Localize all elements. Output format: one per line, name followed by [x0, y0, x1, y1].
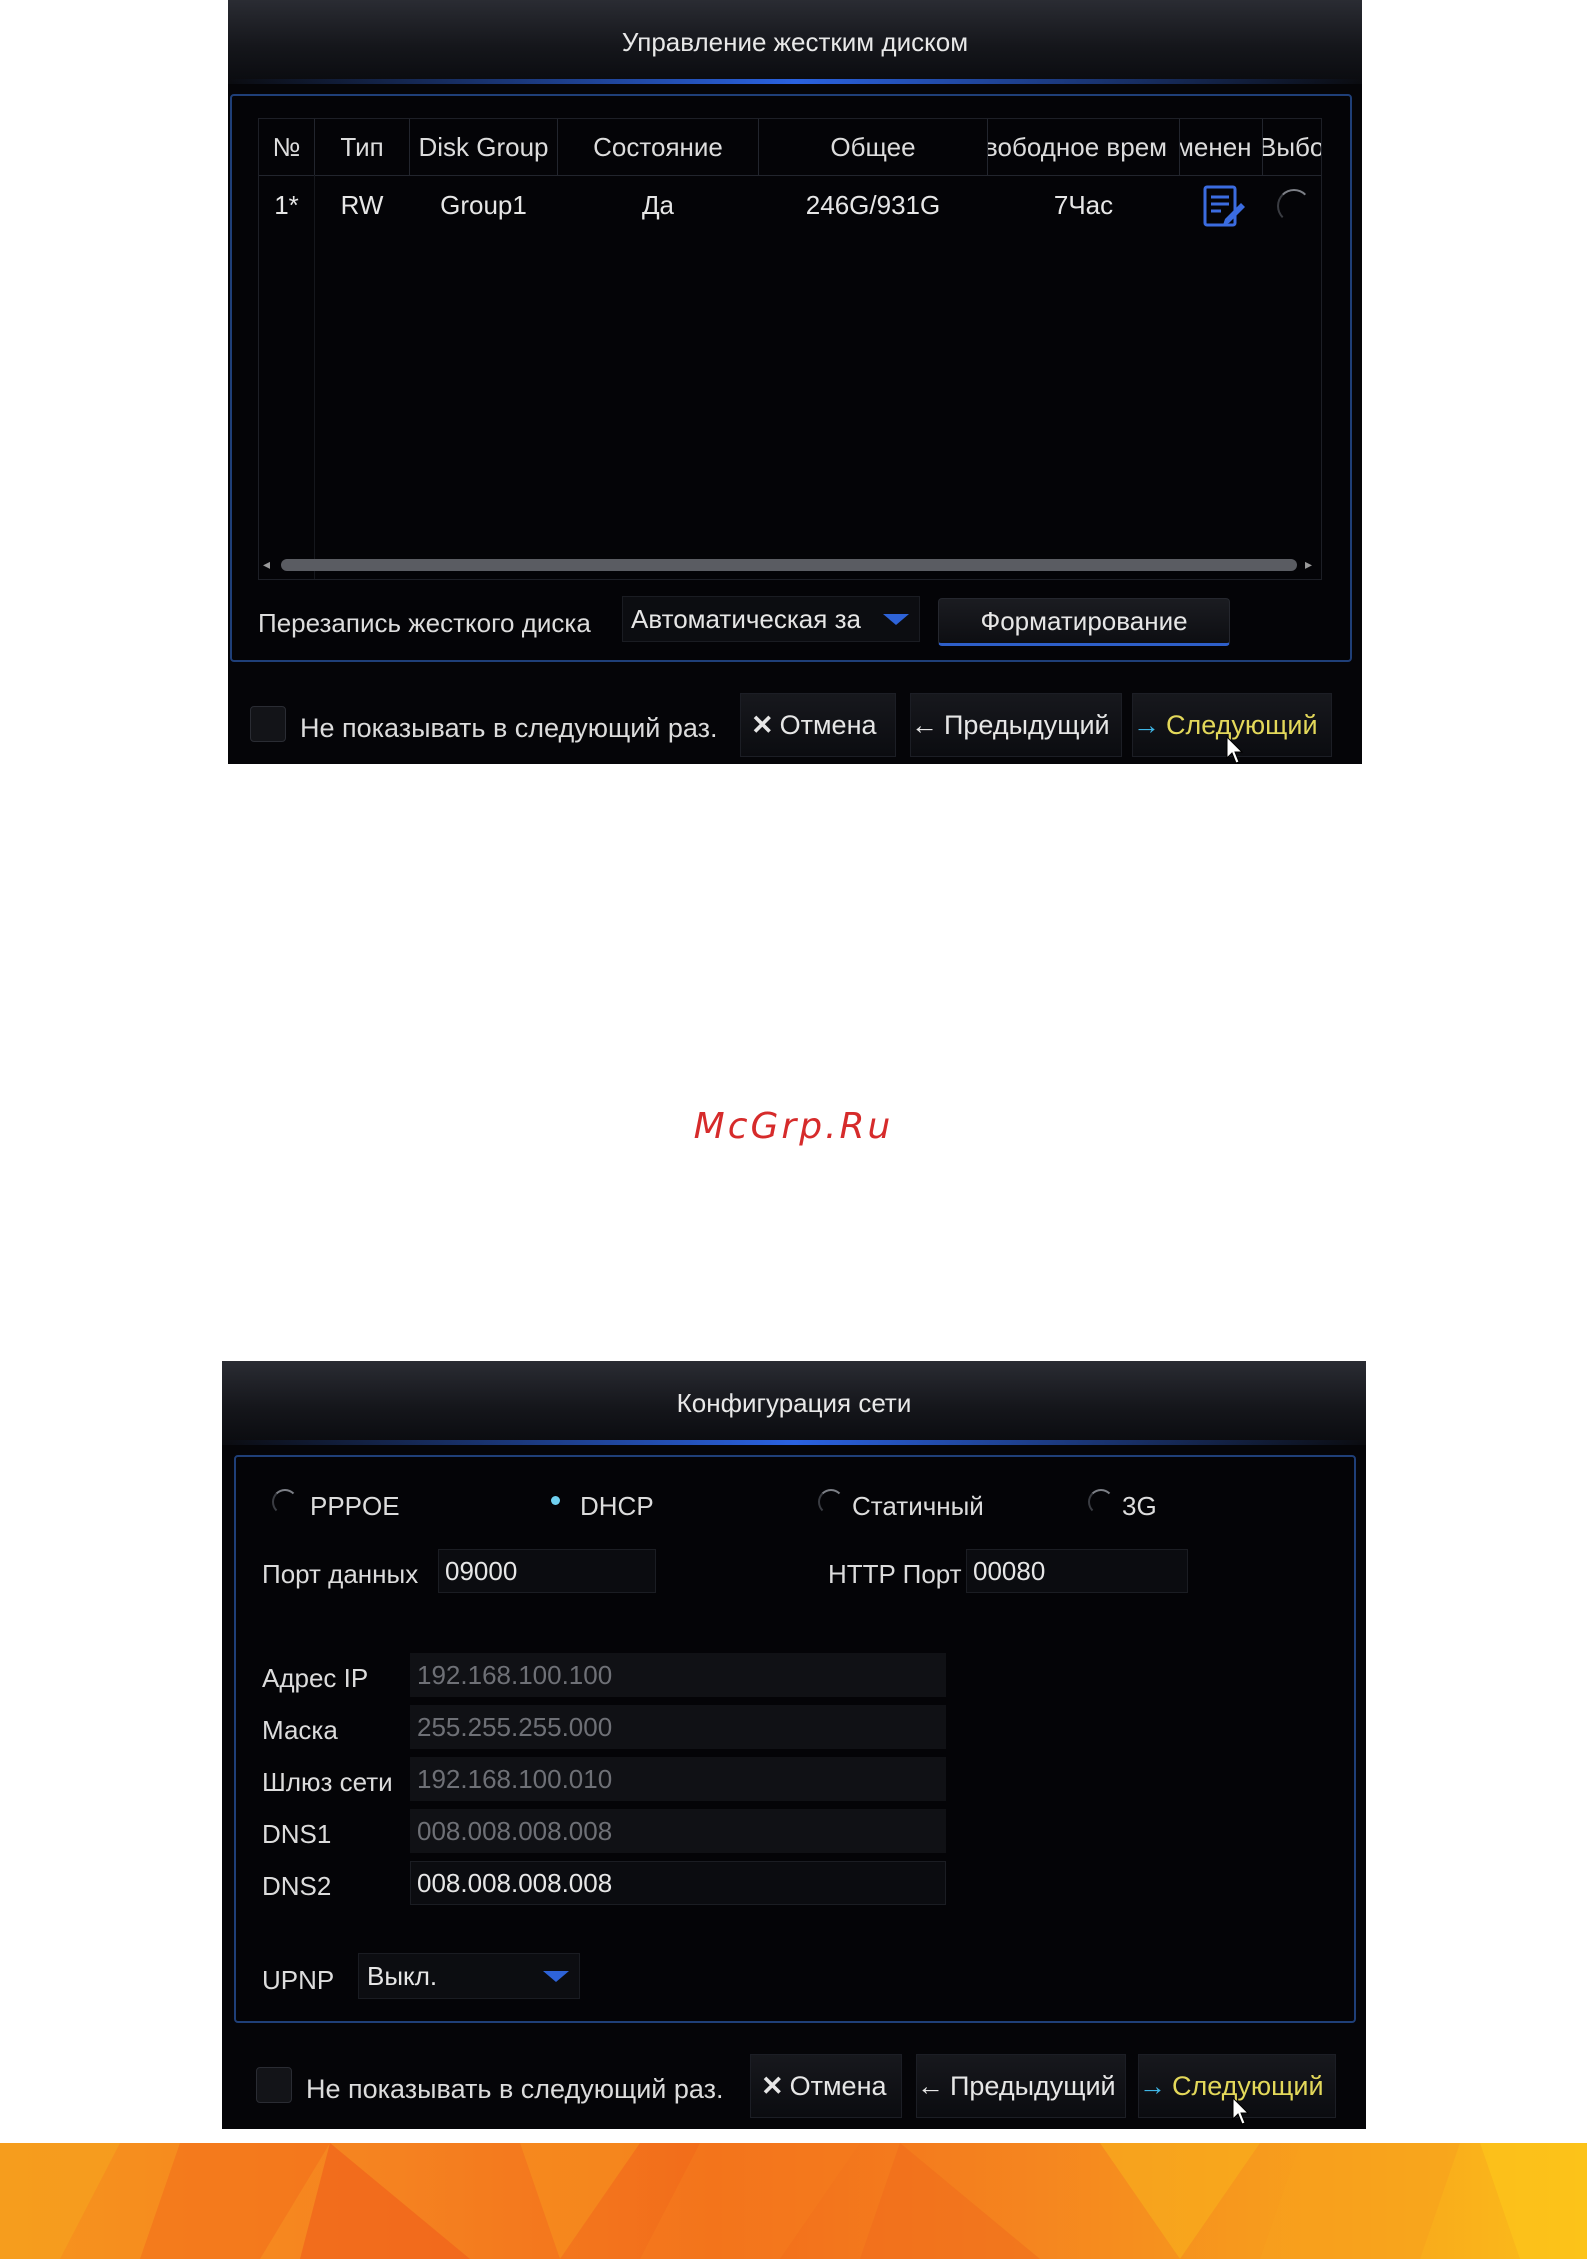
overwrite-value: Автоматическая за [631, 604, 861, 634]
col-change[interactable]: менен [1180, 119, 1263, 175]
dns2-input[interactable]: 008.008.008.008 [410, 1861, 946, 1905]
ip-address-input[interactable]: 192.168.100.100 [410, 1653, 946, 1697]
network-config-screen: Конфигурация сети PPPOE DHCP Статичный 3… [222, 1361, 1366, 2129]
dont-show-label: Не показывать в следующий раз. [300, 713, 718, 743]
radio-dhcp[interactable] [544, 1489, 566, 1511]
row-free-time: 7Час [1053, 190, 1114, 220]
arrow-right-icon: → [1133, 710, 1160, 740]
close-icon: ✕ [761, 2071, 784, 2101]
col-free-time[interactable]: вободное врем [988, 119, 1180, 175]
arrow-left-icon: ← [911, 710, 938, 740]
close-icon: ✕ [751, 710, 774, 740]
banner-shapes [0, 2143, 1587, 2259]
arrow-left-icon: ← [917, 2071, 944, 2101]
http-port-label: HTTP Порт [828, 1559, 962, 1589]
horizontal-scrollbar[interactable] [281, 559, 1297, 571]
dns1-input[interactable]: 008.008.008.008 [410, 1809, 946, 1853]
data-port-label: Порт данных [262, 1559, 419, 1589]
arrow-right-icon: → [1139, 2071, 1166, 2101]
mask-label: Маска [262, 1715, 338, 1745]
dont-show-checkbox[interactable] [256, 2067, 292, 2103]
cancel-button[interactable]: ✕ Отмена [750, 2054, 902, 2118]
col-type[interactable]: Тип [315, 119, 410, 175]
gateway-label: Шлюз сети [262, 1767, 393, 1797]
data-port-input[interactable]: 09000 [438, 1549, 656, 1593]
col-state[interactable]: Состояние [558, 119, 759, 175]
mode-label-3g[interactable]: 3G [1122, 1491, 1157, 1522]
dont-show-label: Не показывать в следующий раз. [306, 2074, 724, 2104]
row-number: 1* [274, 190, 299, 220]
decorative-banner [0, 2143, 1587, 2259]
column-divider [1321, 175, 1322, 579]
radio-pppoe[interactable] [272, 1489, 298, 1515]
dont-show-checkbox[interactable] [250, 706, 286, 742]
previous-button[interactable]: ← Предыдущий [910, 693, 1122, 757]
overwrite-dropdown[interactable]: Автоматическая за [622, 596, 920, 642]
http-port-input[interactable]: 00080 [966, 1549, 1188, 1593]
cancel-label: Отмена [789, 2071, 887, 2101]
mouse-cursor-icon [1226, 735, 1244, 769]
scroll-left-icon[interactable]: ◂ [263, 556, 270, 573]
radio-3g[interactable] [1088, 1489, 1114, 1515]
row-group: Group1 [440, 190, 527, 220]
row-type: RW [340, 190, 384, 220]
mode-label-dhcp[interactable]: DHCP [580, 1491, 654, 1522]
window-title: Управление жестким диском [228, 0, 1362, 84]
disk-table-header: № Тип Disk Group Состояние Общее вободно… [259, 119, 1321, 176]
disk-management-screen: Управление жестким диском № Тип Disk Gro… [228, 0, 1362, 764]
col-disk-group[interactable]: Disk Group [410, 119, 558, 175]
edit-document-icon[interactable] [1201, 185, 1247, 229]
upnp-dropdown[interactable]: Выкл. [358, 1953, 580, 1999]
ip-label: Адрес IP [262, 1663, 369, 1693]
upnp-value: Выкл. [367, 1961, 438, 1991]
cancel-label: Отмена [779, 710, 877, 740]
row-select-radio[interactable] [1277, 189, 1311, 223]
mouse-cursor-icon [1232, 2096, 1250, 2130]
mode-label-pppoe[interactable]: PPPOE [310, 1491, 400, 1522]
row-state: Да [641, 190, 675, 220]
dns1-label: DNS1 [262, 1819, 332, 1849]
dns2-label: DNS2 [262, 1871, 332, 1901]
scroll-right-icon[interactable]: ▸ [1305, 556, 1312, 573]
col-total[interactable]: Общее [759, 119, 988, 175]
radio-static[interactable] [818, 1489, 844, 1515]
chevron-down-icon [883, 614, 909, 625]
col-select[interactable]: Выбо [1263, 119, 1321, 175]
format-button[interactable]: Форматирование [938, 598, 1230, 646]
previous-label: Предыдущий [944, 710, 1110, 740]
disk-table: № Тип Disk Group Состояние Общее вободно… [258, 118, 1322, 580]
mode-label-static[interactable]: Статичный [852, 1491, 984, 1522]
network-panel: PPPOE DHCP Статичный 3G Порт данных 0900… [234, 1455, 1356, 2023]
gateway-input[interactable]: 192.168.100.010 [410, 1757, 946, 1801]
mask-input[interactable]: 255.255.255.000 [410, 1705, 946, 1749]
chevron-down-icon [543, 1971, 569, 1982]
upnp-label: UPNP [262, 1965, 335, 1995]
previous-button[interactable]: ← Предыдущий [916, 2054, 1126, 2118]
watermark: McGrp.Ru [693, 1106, 894, 1147]
window-title: Конфигурация сети [222, 1361, 1366, 1445]
previous-label: Предыдущий [950, 2071, 1116, 2101]
cancel-button[interactable]: ✕ Отмена [740, 693, 896, 757]
col-number[interactable]: № [259, 119, 315, 175]
disk-panel: № Тип Disk Group Состояние Общее вободно… [230, 94, 1352, 662]
row-total: 246G/931G [805, 190, 941, 220]
overwrite-label: Перезапись жесткого диска [258, 608, 591, 638]
column-divider [314, 175, 315, 579]
